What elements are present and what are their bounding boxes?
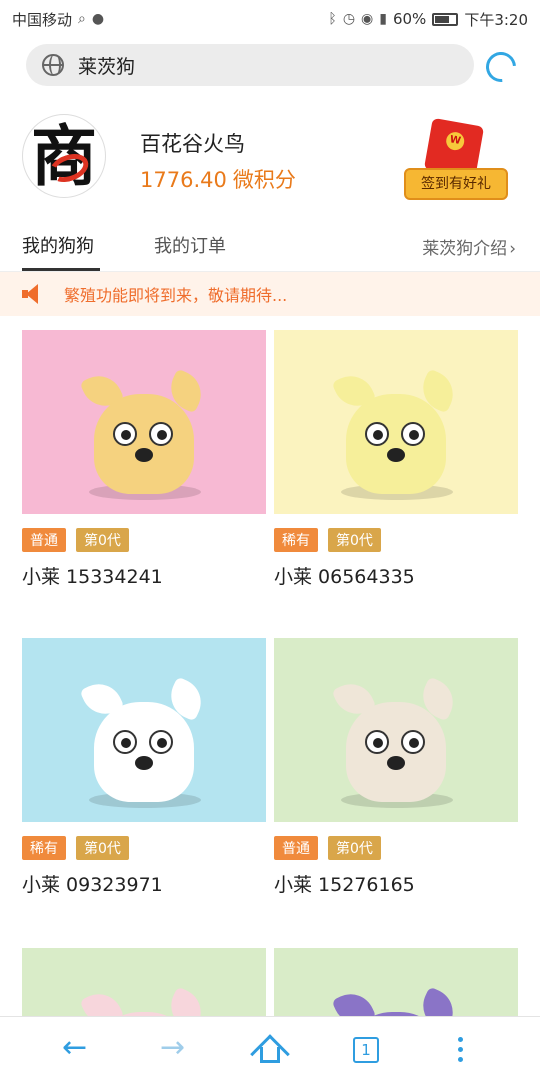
bluetooth-icon: ᛒ (328, 11, 337, 27)
address-text: 莱茨狗 (78, 55, 136, 78)
notice-text: 繁殖功能即将到来，敬请期待... (64, 286, 288, 305)
chevron-right-icon: › (509, 239, 516, 259)
rarity-badge: 普通 (274, 836, 318, 860)
profile-header: 商 百花谷火鸟 1776.40 微积分 W 签到有好礼 (0, 104, 540, 214)
dog-name: 小莱 15276165 (274, 874, 415, 896)
home-icon[interactable] (250, 1033, 290, 1074)
rarity-badge: 普通 (22, 528, 66, 552)
dog-card[interactable]: 普通 第0代 小莱 15334241 (22, 330, 266, 589)
sign-in-gift[interactable]: W 签到有好礼 (400, 117, 510, 208)
sign-in-button[interactable]: 签到有好礼 (404, 168, 508, 200)
points-unit: 微积分 (232, 168, 296, 192)
search-icon: ⌕ (78, 11, 86, 27)
points-value: 1776.40 (140, 168, 227, 192)
globe-icon (42, 54, 64, 76)
generation-badge: 第0代 (328, 528, 381, 552)
points-balance: 1776.40 微积分 (140, 164, 296, 194)
address-bar[interactable]: 莱茨狗 (26, 44, 474, 86)
tab-my-dogs[interactable]: 我的狗狗 (22, 232, 94, 258)
dog-image[interactable] (274, 638, 518, 822)
generation-badge: 第0代 (76, 836, 129, 860)
notice-banner: 繁殖功能即将到来，敬请期待... (0, 272, 540, 316)
dog-card[interactable]: 稀有 第0代 小莱 09323971 (22, 638, 266, 897)
dog-card[interactable]: 稀有 第0代 小莱 06564335 (274, 330, 518, 589)
coin-icon: W (444, 130, 466, 152)
more-menu-icon[interactable] (458, 1037, 464, 1067)
username: 百花谷火鸟 (140, 132, 245, 156)
speaker-icon (22, 284, 44, 304)
wechat-icon: ● (91, 11, 105, 27)
eye-icon: ◉ (361, 11, 374, 27)
dog-illustration (331, 672, 461, 809)
dog-image[interactable] (274, 330, 518, 514)
tab-my-orders[interactable]: 我的订单 (154, 232, 226, 258)
generation-badge: 第0代 (76, 528, 129, 552)
dog-image[interactable] (22, 330, 266, 514)
alarm-icon: ◷ (342, 11, 356, 27)
carrier-label: 中国移动 (12, 10, 73, 29)
active-tab-indicator (22, 268, 100, 271)
battery-icon (432, 12, 459, 26)
rarity-badge: 稀有 (22, 836, 66, 860)
generation-badge: 第0代 (328, 836, 381, 860)
dog-illustration (79, 672, 209, 809)
intro-link-label: 莱茨狗介绍 (422, 239, 508, 259)
refresh-icon[interactable] (479, 45, 523, 89)
dog-illustration (331, 364, 461, 501)
forward-arrow-icon[interactable]: → (160, 1033, 185, 1063)
browser-toolbar: 莱茨狗 (0, 38, 540, 98)
dog-card[interactable]: 普通 第0代 小莱 15276165 (274, 638, 518, 897)
tab-bar: 我的狗狗 我的订单 莱茨狗介绍 › (0, 218, 540, 272)
dog-name: 小莱 06564335 (274, 566, 415, 588)
dog-image[interactable] (22, 638, 266, 822)
battery-percent: 60% (392, 10, 427, 28)
intro-link[interactable]: 莱茨狗介绍 › (422, 234, 516, 259)
dog-name: 小莱 15334241 (22, 566, 163, 588)
signal-icon: ▮ (379, 11, 387, 27)
browser-bottom-nav: ← → 1 (0, 1016, 540, 1080)
back-arrow-icon[interactable]: ← (62, 1033, 87, 1063)
clock: 下午3:20 (464, 10, 528, 29)
rarity-badge: 稀有 (274, 528, 318, 552)
avatar[interactable]: 商 (22, 114, 106, 198)
status-bar: 中国移动 ⌕ ● ᛒ ◷ ◉ ▮ 60% 下午3:20 (0, 0, 540, 38)
dog-illustration (79, 364, 209, 501)
dog-name: 小莱 09323971 (22, 874, 163, 896)
tabs-button[interactable]: 1 (353, 1037, 379, 1063)
